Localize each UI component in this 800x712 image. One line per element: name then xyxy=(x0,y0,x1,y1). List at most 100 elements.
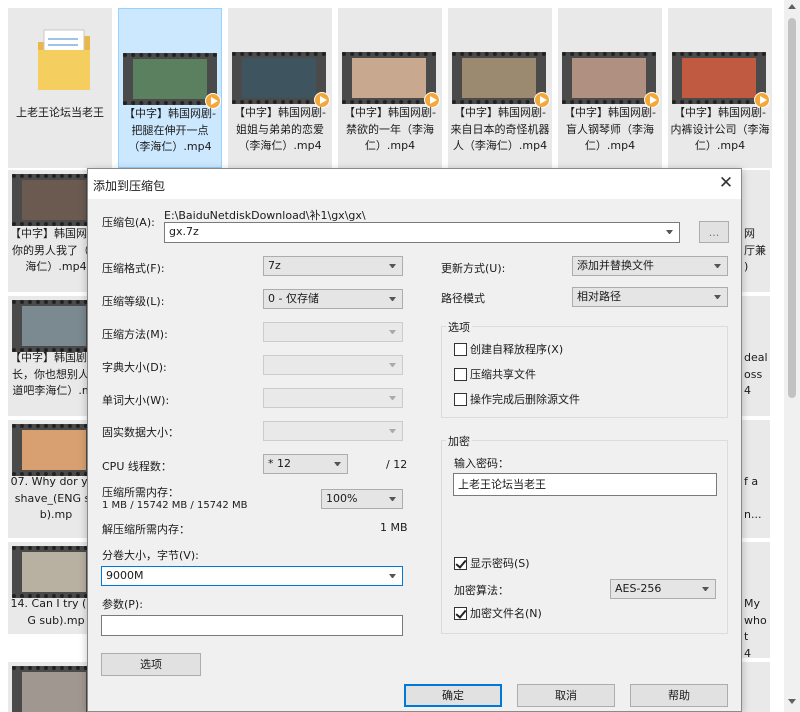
params-input[interactable] xyxy=(101,615,403,636)
scroll-down-icon[interactable] xyxy=(788,699,796,704)
tile-caption: deal oss 4 xyxy=(744,351,768,397)
video-tile[interactable] xyxy=(742,662,770,712)
checkbox-box xyxy=(454,392,467,406)
video-tile[interactable]: 网 厅兼 ) xyxy=(742,170,770,292)
vertical-scrollbar[interactable] xyxy=(784,0,800,712)
dict-label: 字典大小(D): xyxy=(102,361,167,374)
checkbox-box xyxy=(454,556,467,570)
video-thumbnail xyxy=(12,424,96,476)
chevron-down-icon xyxy=(389,264,396,268)
mem-decompress-label: 解压缩所需内存： xyxy=(102,523,190,536)
shared-checkbox[interactable]: 压缩共享文件 xyxy=(454,367,536,384)
chevron-down-icon xyxy=(389,297,396,301)
video-thumbnail xyxy=(452,52,550,108)
folder-tile[interactable]: 上老王论坛当老王 xyxy=(8,8,112,168)
threads-value: * 12 xyxy=(268,457,291,470)
chevron-down-icon xyxy=(389,363,396,367)
enc-method-select[interactable]: AES-256 xyxy=(610,579,716,599)
dialog-title: 添加到压缩包 xyxy=(93,179,166,193)
chevron-down-icon xyxy=(389,330,396,334)
archive-label: 压缩包(A): xyxy=(102,216,155,229)
cancel-button[interactable]: 取消 xyxy=(517,684,615,707)
tile-caption: 【中字】韩国网剧-内裤设计公司（李海仁）.mp4 xyxy=(670,106,770,152)
update-label: 更新方式(U): xyxy=(441,262,506,275)
tile-caption: 【中字】韩国网剧-把腿在伸开一点（李海仁）.mp4 xyxy=(124,107,216,153)
update-value: 添加并替换文件 xyxy=(577,259,654,272)
password-label: 输入密码： xyxy=(454,457,509,470)
video-tile[interactable]: 【中字】韩国网剧-姐姐与弟弟的恋爱（李海仁）.mp4 xyxy=(228,8,332,168)
help-button[interactable]: 帮助 xyxy=(630,684,728,707)
word-label: 单词大小(W): xyxy=(102,394,170,407)
volume-label: 分卷大小，字节(V): xyxy=(102,549,199,562)
format-value: 7z xyxy=(268,259,281,272)
tile-caption: My who t 4 xyxy=(744,597,767,660)
path-mode-select[interactable]: 相对路径 xyxy=(572,287,728,307)
path-mode-label: 路径模式 xyxy=(441,292,485,305)
video-thumbnail xyxy=(12,174,96,226)
password-input[interactable]: 上老王论坛当老王 xyxy=(453,473,717,496)
update-select[interactable]: 添加并替换文件 xyxy=(572,256,728,276)
method-select[interactable] xyxy=(263,322,403,342)
encrypt-names-label: 加密文件名(N) xyxy=(470,607,542,620)
browse-button[interactable]: ... xyxy=(699,221,729,243)
format-select[interactable]: 7z xyxy=(263,256,403,276)
enc-method-value: AES-256 xyxy=(615,582,662,595)
chevron-down-icon xyxy=(334,462,341,466)
level-select[interactable]: 0 - 仅存储 xyxy=(263,289,403,309)
path-mode-value: 相对路径 xyxy=(577,290,621,303)
video-thumbnail xyxy=(342,52,440,108)
video-tile[interactable]: deal oss 4 xyxy=(742,296,770,416)
tile-caption: 【中字】韩国网剧-禁欲的一年（李海仁）.mp4 xyxy=(344,106,436,152)
mem-compress-label: 压缩所需内存： xyxy=(102,486,179,499)
volume-select[interactable]: 9000M xyxy=(101,566,403,586)
video-tile[interactable]: 【中字】韩国网剧-把腿在伸开一点（李海仁）.mp4 xyxy=(118,8,222,168)
chevron-down-icon xyxy=(714,295,721,299)
encryption-group-title: 加密 xyxy=(446,433,472,449)
sfx-checkbox[interactable]: 创建自释放程序(X) xyxy=(454,342,564,359)
video-thumbnail xyxy=(672,52,770,108)
video-thumbnail xyxy=(12,300,96,352)
delete-source-checkbox[interactable]: 操作完成后删除源文件 xyxy=(454,392,580,409)
show-password-checkbox[interactable]: 显示密码(S) xyxy=(454,556,530,573)
close-icon[interactable]: ✕ xyxy=(711,169,741,199)
level-value: 0 - 仅存储 xyxy=(268,292,319,305)
show-password-label: 显示密码(S) xyxy=(470,557,530,570)
method-label: 压缩方法(M): xyxy=(102,328,168,341)
mem-percent-select[interactable]: 100% xyxy=(321,489,403,509)
archive-name-value: gx.7z xyxy=(169,225,199,238)
video-tile[interactable]: 【中字】韩国网剧-禁欲的一年（李海仁）.mp4 xyxy=(338,8,442,168)
checkbox-box xyxy=(454,606,467,620)
threads-max: / 12 xyxy=(386,458,408,471)
word-select[interactable] xyxy=(263,388,403,408)
chevron-down-icon xyxy=(666,230,673,234)
encrypt-names-checkbox[interactable]: 加密文件名(N) xyxy=(454,606,542,623)
chevron-down-icon xyxy=(389,429,396,433)
volume-value: 9000M xyxy=(106,569,144,582)
mem-compress-value: 1 MB / 15742 MB / 15742 MB xyxy=(102,500,248,511)
tile-caption: 上老王论坛当老王 xyxy=(16,106,104,119)
video-tile[interactable]: 【中字】韩国网剧-来自日本的奇怪机器人（李海仁）.mp4 xyxy=(448,8,552,168)
threads-select[interactable]: * 12 xyxy=(263,454,348,474)
options-group-title: 选项 xyxy=(446,319,472,335)
scroll-up-icon[interactable] xyxy=(788,4,796,9)
ok-button[interactable]: 确定 xyxy=(404,684,502,707)
folder-icon xyxy=(38,29,90,90)
dict-select[interactable] xyxy=(263,355,403,375)
video-thumbnail xyxy=(12,546,96,598)
video-tile[interactable]: My who t 4 xyxy=(742,542,770,660)
tile-caption: 网 厅兼 ) xyxy=(744,227,766,273)
video-tile[interactable]: f a n... xyxy=(742,420,770,538)
solid-select[interactable] xyxy=(263,421,403,441)
archive-name-combo[interactable]: gx.7z xyxy=(164,222,680,243)
video-tile[interactable]: 【中字】韩国网剧-盲人钢琴师（李海仁）.mp4 xyxy=(558,8,662,168)
options-button[interactable]: 选项 xyxy=(101,653,201,676)
scrollbar-thumb[interactable] xyxy=(788,18,796,398)
video-thumbnail xyxy=(12,666,96,712)
enc-method-label: 加密算法： xyxy=(454,584,509,597)
sfx-label: 创建自释放程序(X) xyxy=(470,343,564,356)
tile-caption: 【中字】韩国网剧-盲人钢琴师（李海仁）.mp4 xyxy=(564,106,656,152)
params-label: 参数(P): xyxy=(102,598,143,611)
chevron-down-icon xyxy=(389,497,396,501)
video-tile[interactable]: 【中字】韩国网剧-内裤设计公司（李海仁）.mp4 xyxy=(668,8,772,168)
chevron-down-icon xyxy=(702,587,709,591)
